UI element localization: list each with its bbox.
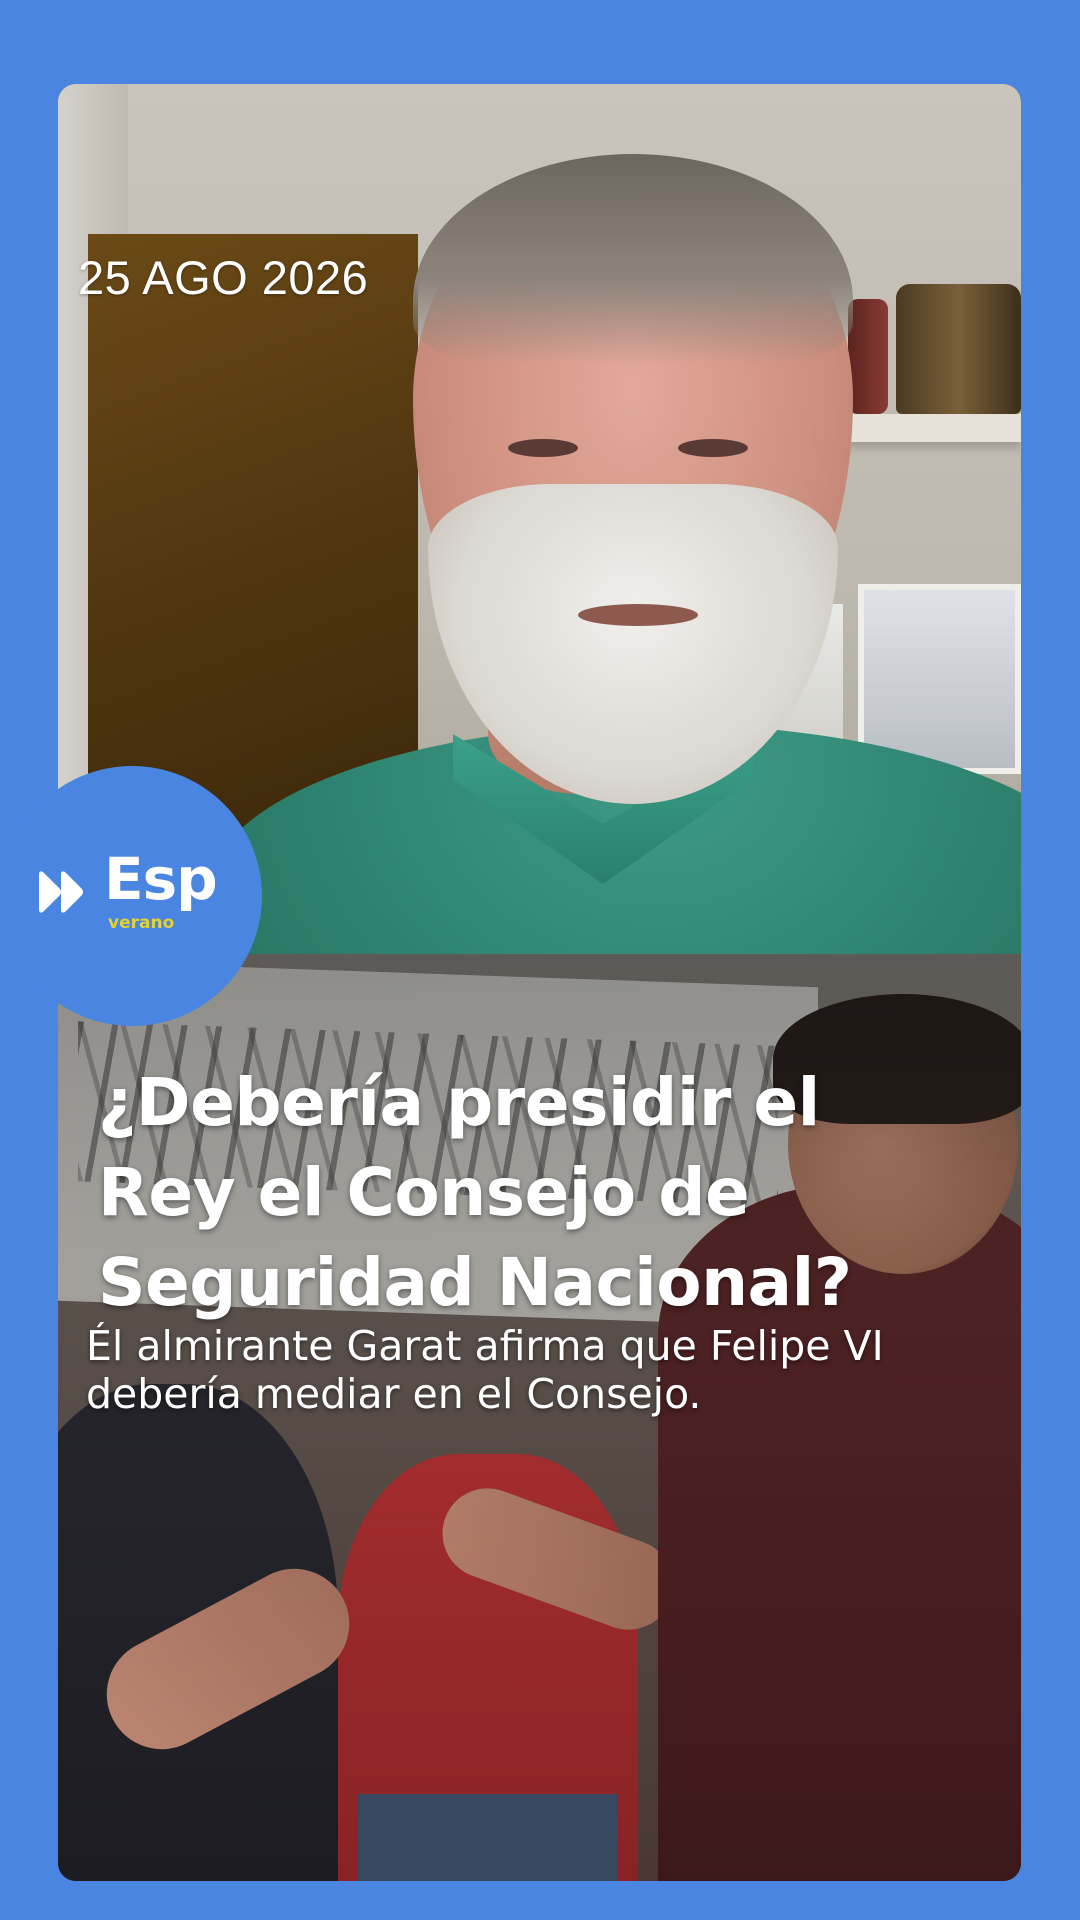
story-date: 25 AGO 2026 (78, 251, 369, 304)
story-headline: ¿Debería presidir el Rey el Consejo de S… (98, 1064, 852, 1321)
brand-logo[interactable]: Esp verano (2, 766, 262, 1026)
man-mouth (578, 604, 698, 626)
double-play-icon (39, 871, 83, 913)
man-eye-right (678, 439, 748, 457)
brand-name: Esp (104, 845, 218, 913)
shelf-jar (896, 284, 1021, 414)
man-eye-left (508, 439, 578, 457)
shelf (848, 414, 1021, 442)
brand-tagline: verano (108, 913, 175, 933)
shelf-object (848, 299, 888, 414)
man-hair (413, 154, 853, 364)
story-subheadline: Él almirante Garat afirma que Felipe VI … (86, 1322, 884, 1418)
